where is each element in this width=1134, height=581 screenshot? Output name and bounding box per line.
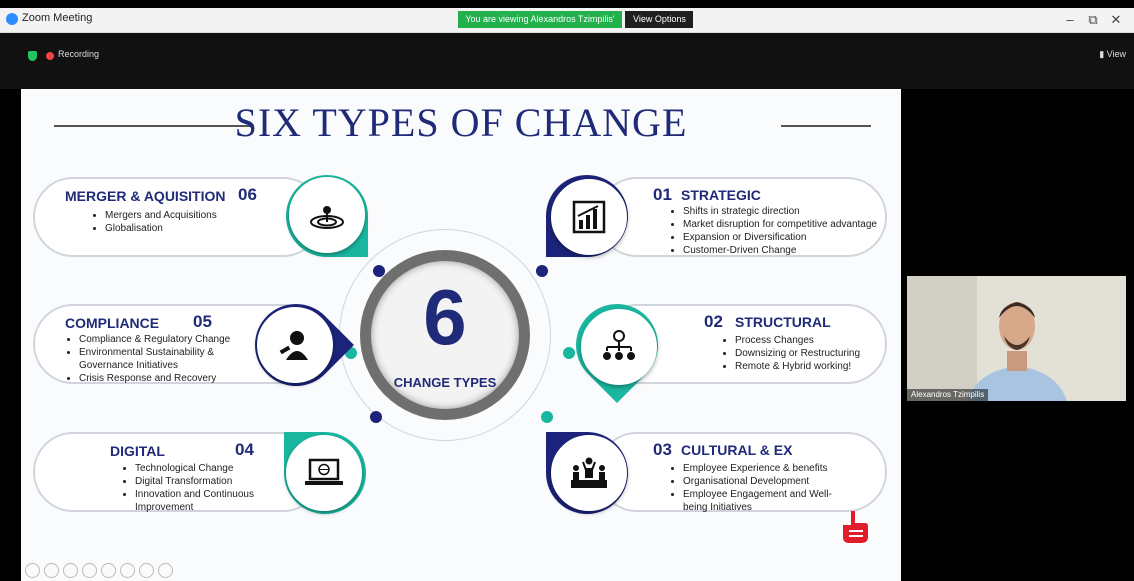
bar-chart-icon	[551, 179, 627, 255]
more-icon[interactable]	[158, 563, 173, 578]
card-title: DIGITAL	[110, 443, 165, 459]
card-number: 06	[238, 185, 257, 204]
list-item: Employee Experience & benefits	[683, 462, 832, 475]
list-item: Downsizing or Restructuring	[735, 347, 860, 360]
card-title: CULTURAL & EX	[681, 442, 793, 458]
card-title: COMPLIANCE	[65, 315, 160, 331]
list-item: Shifts in strategic direction	[683, 205, 877, 218]
center-number: 6	[423, 273, 467, 361]
view-button[interactable]: ▮ View	[1099, 49, 1126, 60]
zoom-logo-icon	[6, 13, 18, 25]
minimize-button[interactable]: –	[1060, 10, 1080, 30]
card-title: MERGER & AQUISITION	[65, 188, 226, 204]
meeting-status-bar	[0, 33, 1134, 89]
list-item: Expansion or Diversification	[683, 231, 877, 244]
card-cultural: 03 CULTURAL & EX Employee Experience & b…	[597, 432, 887, 513]
orbit-dot	[373, 265, 385, 277]
card-number: 03	[653, 440, 672, 459]
card-number: 04	[235, 440, 254, 459]
screen-share-banner: You are viewing Alexandros Tzimpilis' sc…	[458, 11, 622, 41]
pages-icon[interactable]	[82, 563, 97, 578]
list-item: Environmental Sustainability &	[79, 346, 230, 359]
target-icon	[289, 177, 365, 253]
slide-title: SIX TYPES OF CHANGE	[234, 100, 688, 145]
participant-video[interactable]: Alexandros Tzimpilis	[907, 276, 1126, 401]
view-options-button[interactable]: View Options ⌄	[625, 11, 693, 41]
list-item: Remote & Hybrid working!	[735, 360, 860, 373]
close-button[interactable]: ✕	[1106, 10, 1126, 30]
recording-icon	[46, 52, 54, 60]
pointer-hand-icon	[841, 509, 869, 545]
list-item: Mergers and Acquisitions	[105, 209, 217, 222]
list-item: Technological Change	[135, 462, 254, 475]
list-item: Crisis Response and Recovery	[79, 372, 230, 385]
list-item: being Initiatives	[683, 502, 752, 513]
list-item: Employee Engagement and Well-	[683, 488, 832, 501]
org-chart-icon	[581, 309, 657, 385]
list-item: Organisational Development	[683, 475, 832, 488]
card-number: 01	[653, 185, 672, 204]
recording-label: Recording	[58, 49, 100, 59]
podium-icon	[551, 435, 627, 511]
list-item: Globalisation	[105, 222, 217, 235]
orbit-dot	[563, 347, 575, 359]
window-title: Zoom Meeting	[22, 12, 93, 24]
next-slide-icon[interactable]	[44, 563, 59, 578]
card-strategic: 01 STRATEGIC Shifts in strategic directi…	[597, 177, 887, 257]
orbit-dot	[541, 411, 553, 423]
list-item: Process Changes	[735, 334, 860, 347]
center-label: CHANGE TYPES	[393, 375, 497, 390]
participant-name: Alexandros Tzimpilis	[907, 389, 989, 401]
list-item: Innovation and Continuous	[135, 488, 254, 501]
window-titlebar: Zoom Meeting You are viewing Alexandros …	[0, 8, 1134, 41]
list-item: Governance Initiatives	[79, 360, 178, 371]
pen-icon[interactable]	[63, 563, 78, 578]
zoom-icon[interactable]	[101, 563, 116, 578]
camera-icon[interactable]	[139, 563, 154, 578]
orbit-dot	[536, 265, 548, 277]
list-item: Digital Transformation	[135, 475, 254, 488]
judge-icon	[257, 307, 333, 383]
laptop-icon	[286, 435, 362, 511]
card-number: 05	[193, 312, 212, 331]
prev-slide-icon[interactable]	[25, 563, 40, 578]
list-item: Improvement	[135, 502, 194, 513]
card-number: 02	[704, 312, 723, 331]
list-item: Compliance & Regulatory Change	[79, 333, 230, 346]
card-merger: MERGER & AQUISITION 06 Mergers and Acqui…	[33, 177, 323, 257]
maximize-button[interactable]: ⧉	[1083, 10, 1103, 30]
card-title: STRATEGIC	[681, 187, 761, 203]
list-item: Customer-Driven Change	[683, 244, 877, 257]
card-digital: DIGITAL 04 Technological Change Digital …	[33, 432, 323, 513]
card-title: STRUCTURAL	[735, 314, 831, 330]
participant-avatar	[907, 276, 1126, 401]
slide-controls	[25, 563, 173, 578]
orbit-dot	[370, 411, 382, 423]
list-item: Market disruption for competitive advant…	[683, 218, 877, 231]
security-shield-icon	[28, 51, 37, 61]
shared-slide: SIX TYPES OF CHANGE 6 CHANGE TYPES MERGE…	[21, 89, 901, 581]
subtitles-icon[interactable]	[120, 563, 135, 578]
